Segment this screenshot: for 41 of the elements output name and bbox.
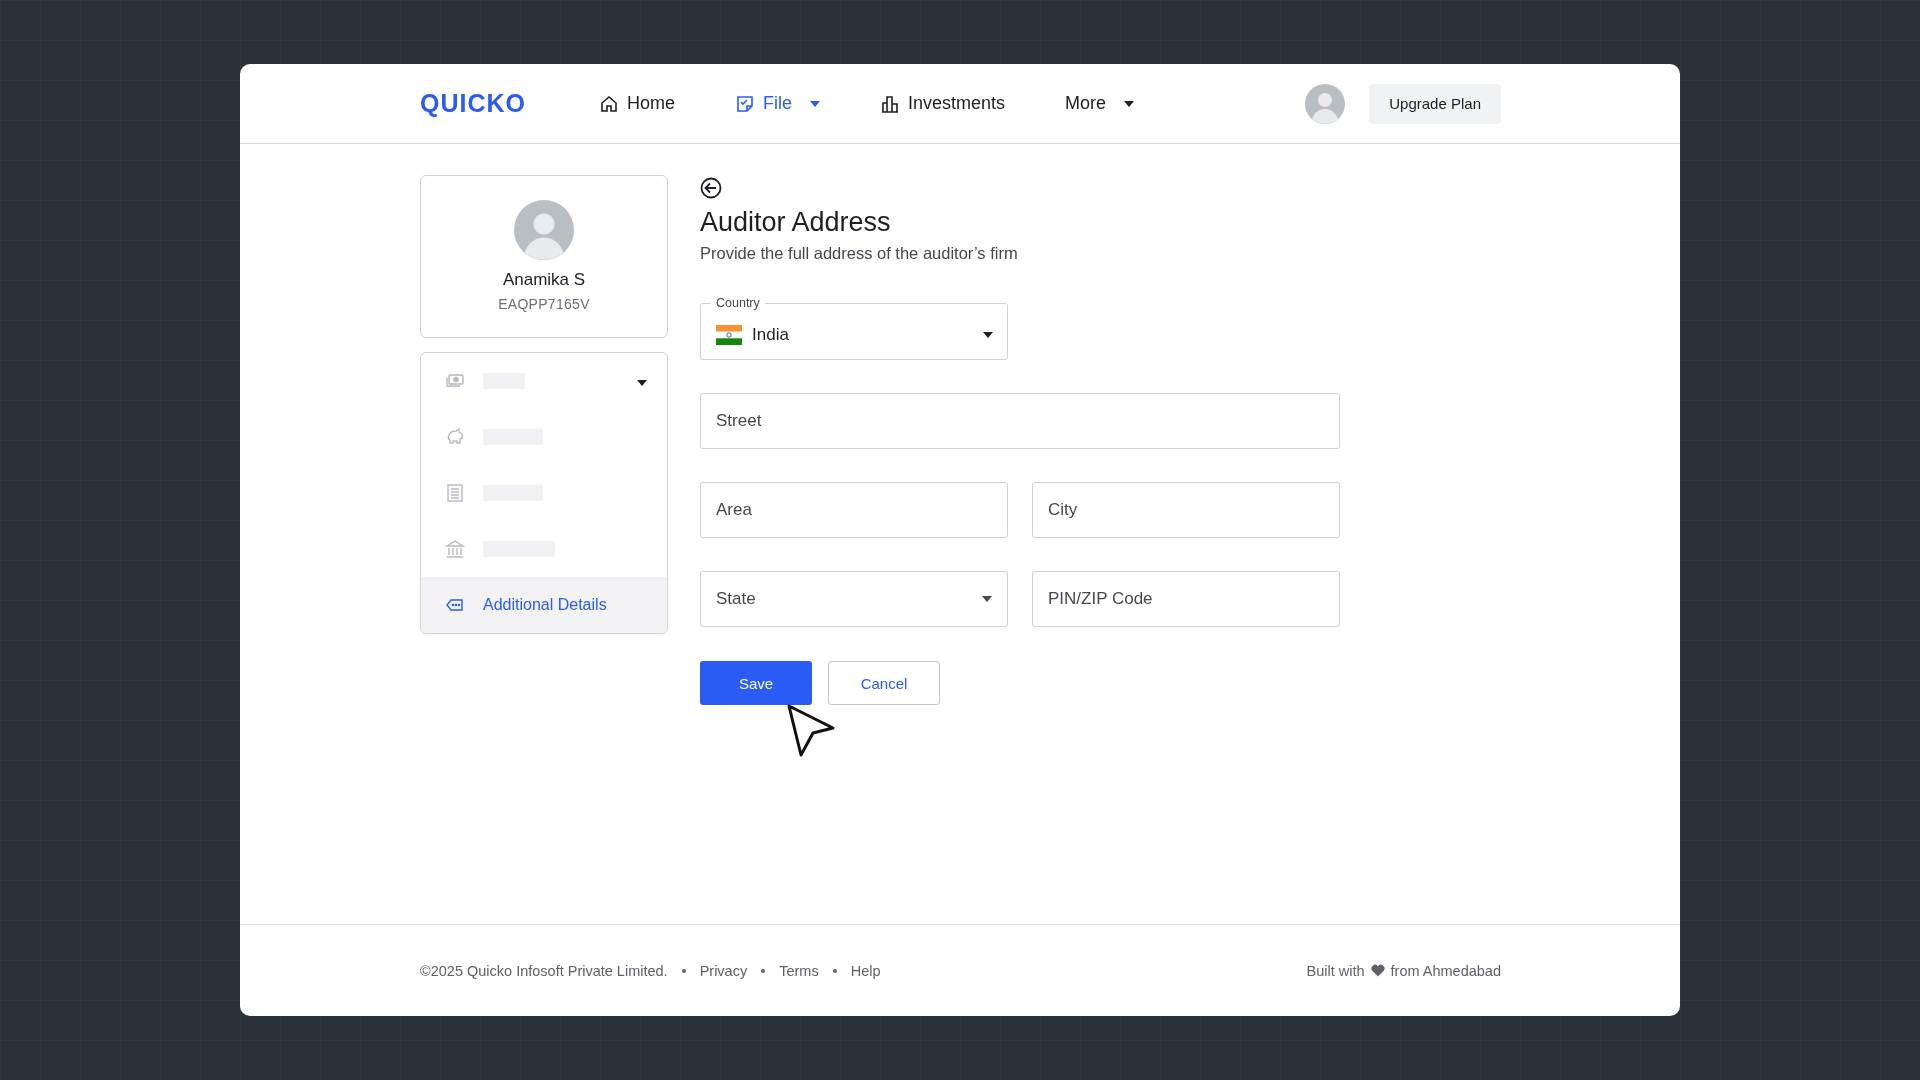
country-select[interactable]: Country India [700,296,1008,360]
nav-link[interactable]: File [735,89,821,118]
page-subtitle: Provide the full address of the auditor’s firm [700,244,1019,263]
text-field[interactable]: Area [700,482,1008,538]
bank-icon [445,539,465,559]
bar-chart-icon [880,93,901,114]
page-title: Auditor Address [700,207,892,238]
heart-icon [1370,964,1385,977]
upgrade-plan-button[interactable]: Upgrade Plan [1369,83,1501,124]
home-icon [599,93,619,114]
avatar-icon [514,200,574,260]
text-field[interactable]: PIN/ZIP Code [1032,571,1340,627]
sidebar-item[interactable]: Additional Details [421,577,667,633]
credit-text: Built with [1306,962,1365,979]
caret-icon [982,596,992,602]
caret-icon [637,380,647,386]
flag-icon [716,324,742,345]
note-icon [735,93,755,114]
text-field[interactable]: Street [700,393,1340,449]
receipt-icon [445,483,465,503]
avatar-icon [1305,83,1346,124]
caret-icon [810,100,821,107]
text-field[interactable]: City [1032,482,1340,538]
footer-link[interactable]: Help [850,962,881,979]
dropdown-field[interactable]: State [700,571,1008,627]
nav-link[interactable]: More [1065,89,1135,118]
nav-link[interactable]: Investments [880,89,1006,118]
caret-icon [1124,100,1135,107]
caret-icon [983,331,993,338]
save-button[interactable]: Save [700,661,812,705]
copyright-text: ©2025 Quicko Infosoft Private Limited. [420,962,668,979]
credit-text: from Ahmedabad [1390,962,1501,979]
footer-link[interactable]: Terms [779,962,819,979]
footer-link[interactable]: Privacy [699,962,748,979]
piggy-bank-icon [445,427,465,447]
cancel-button[interactable]: Cancel [828,661,940,705]
user-name: Anamika S [502,270,586,290]
nav-link[interactable]: Home [599,89,675,118]
mouse-pointer-icon [786,703,836,759]
logo[interactable]: QUICKO [420,89,599,118]
user-id: EAQPP7165V [498,296,590,312]
